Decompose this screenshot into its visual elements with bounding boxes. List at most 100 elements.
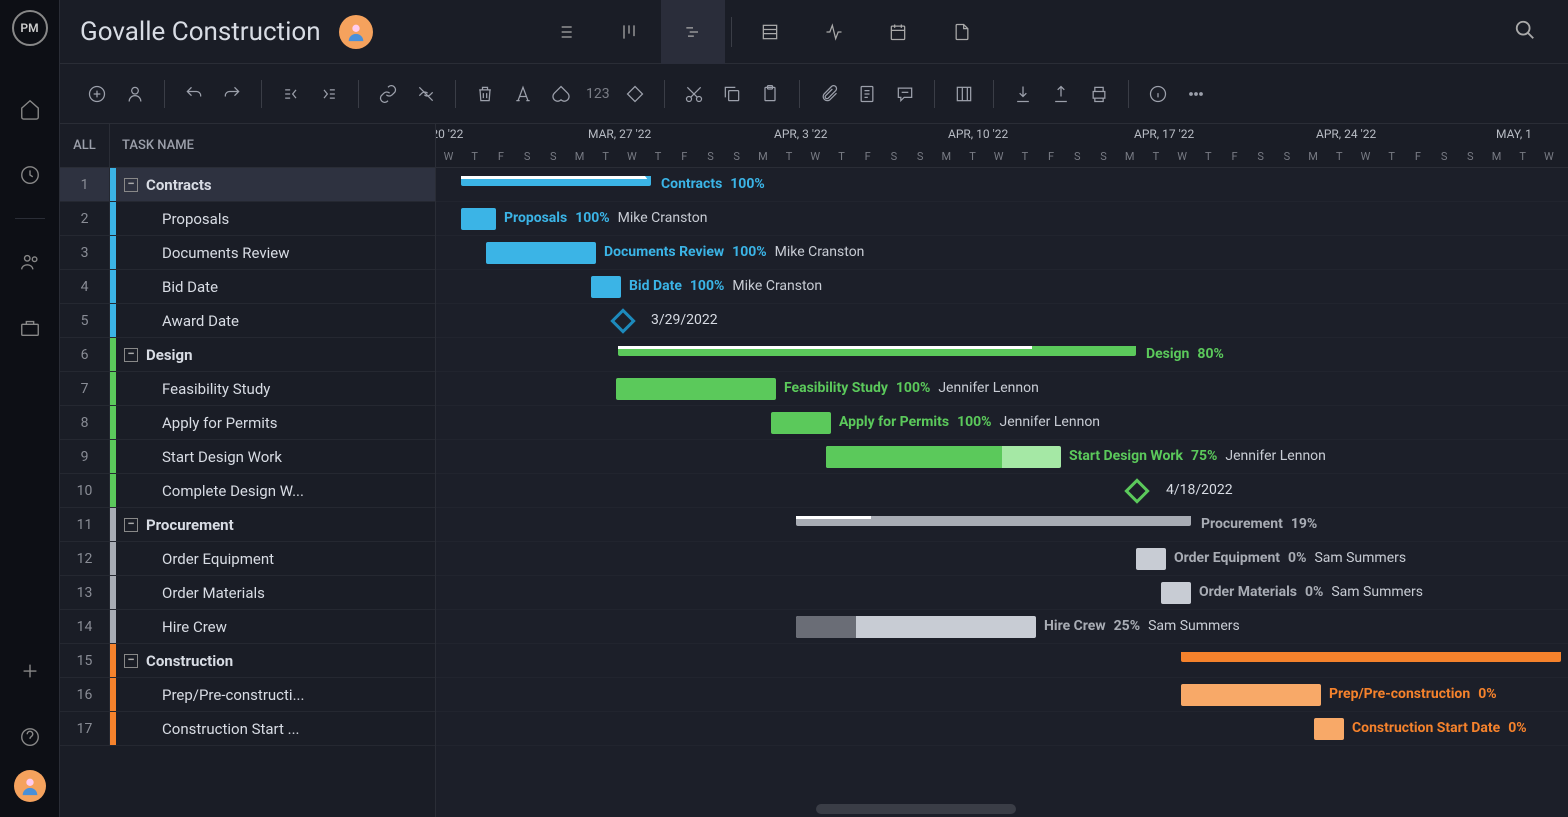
task-list: ALL TASK NAME 1 −Contracts2 Proposals3 D… — [60, 124, 436, 817]
collapse-icon[interactable]: − — [124, 654, 138, 668]
task-row[interactable]: 8 Apply for Permits — [60, 406, 435, 440]
timeline-day-label: W — [619, 150, 644, 163]
notes-icon[interactable] — [850, 77, 884, 111]
gantt-summary-bar[interactable] — [796, 516, 1191, 526]
task-row[interactable]: 14 Hire Crew — [60, 610, 435, 644]
gantt-milestone[interactable] — [610, 308, 635, 333]
gantt-task-bar[interactable] — [1181, 684, 1321, 706]
timeline-day-label: S — [1458, 150, 1483, 163]
assign-icon[interactable] — [118, 77, 152, 111]
milestone-icon[interactable] — [618, 77, 652, 111]
attach-icon[interactable] — [812, 77, 846, 111]
add-task-icon[interactable] — [80, 77, 114, 111]
board-view-icon[interactable] — [597, 0, 661, 64]
collapse-icon[interactable]: − — [124, 518, 138, 532]
print-icon[interactable] — [1082, 77, 1116, 111]
gantt-summary-bar[interactable] — [1181, 652, 1561, 662]
user-avatar[interactable] — [339, 15, 373, 49]
gantt-task-bar[interactable] — [826, 446, 1061, 468]
task-name: Bid Date — [116, 278, 435, 296]
gantt-milestone[interactable] — [1124, 478, 1149, 503]
search-icon[interactable] — [1514, 19, 1536, 45]
paste-icon[interactable] — [753, 77, 787, 111]
row-number: 11 — [60, 508, 110, 541]
color-icon[interactable] — [544, 77, 578, 111]
gantt-summary-bar[interactable] — [618, 346, 1136, 356]
column-header-all[interactable]: ALL — [60, 124, 110, 167]
task-row[interactable]: 1 −Contracts — [60, 168, 435, 202]
task-row[interactable]: 16 Prep/Pre-constructi... — [60, 678, 435, 712]
gantt-task-bar[interactable] — [1136, 548, 1166, 570]
task-row[interactable]: 2 Proposals — [60, 202, 435, 236]
gantt-task-bar[interactable] — [1314, 718, 1344, 740]
task-row[interactable]: 12 Order Equipment — [60, 542, 435, 576]
timeline-day-label: S — [541, 150, 566, 163]
task-row[interactable]: 6 −Design — [60, 338, 435, 372]
indent-icon[interactable] — [312, 77, 346, 111]
font-icon[interactable] — [506, 77, 540, 111]
info-icon[interactable] — [1141, 77, 1175, 111]
team-icon[interactable] — [19, 251, 41, 273]
task-row[interactable]: 10 Complete Design W... — [60, 474, 435, 508]
task-name: −Procurement — [116, 516, 435, 534]
horizontal-scrollbar[interactable] — [816, 804, 1016, 814]
home-icon[interactable] — [19, 98, 41, 120]
timeline-date-label: APR, 10 '22 — [948, 127, 1008, 141]
cut-icon[interactable] — [677, 77, 711, 111]
delete-icon[interactable] — [468, 77, 502, 111]
gantt-milestone-label: 3/29/2022 — [651, 312, 718, 328]
outdent-icon[interactable] — [274, 77, 308, 111]
timeline-day-label: M — [750, 150, 775, 163]
task-row[interactable]: 11 −Procurement — [60, 508, 435, 542]
gantt-row: Start Design Work75%Jennifer Lennon — [436, 440, 1568, 474]
task-row[interactable]: 5 Award Date — [60, 304, 435, 338]
add-icon[interactable] — [19, 660, 41, 682]
columns-icon[interactable] — [947, 77, 981, 111]
collapse-icon[interactable]: − — [124, 178, 138, 192]
unlink-icon[interactable] — [409, 77, 443, 111]
undo-icon[interactable] — [177, 77, 211, 111]
activity-view-icon[interactable] — [802, 0, 866, 64]
task-row[interactable]: 13 Order Materials — [60, 576, 435, 610]
task-name: Proposals — [116, 210, 435, 228]
gantt-task-bar[interactable] — [591, 276, 621, 298]
list-view-icon[interactable] — [533, 0, 597, 64]
gantt-view-icon[interactable] — [661, 0, 725, 64]
redo-icon[interactable] — [215, 77, 249, 111]
user-avatar-small[interactable] — [14, 770, 46, 802]
timeline-day-label: M — [567, 150, 592, 163]
import-icon[interactable] — [1006, 77, 1040, 111]
gantt-row: Construction Start Date0% — [436, 712, 1568, 746]
gantt-task-bar[interactable] — [461, 208, 496, 230]
collapse-icon[interactable]: − — [124, 348, 138, 362]
file-view-icon[interactable] — [930, 0, 994, 64]
task-row[interactable]: 17 Construction Start ... — [60, 712, 435, 746]
gantt-chart[interactable]: , 20 '22MAR, 27 '22APR, 3 '22APR, 10 '22… — [436, 124, 1568, 817]
calendar-view-icon[interactable] — [866, 0, 930, 64]
briefcase-icon[interactable] — [19, 317, 41, 339]
gantt-task-bar[interactable] — [796, 616, 1036, 638]
more-icon[interactable] — [1179, 77, 1213, 111]
recent-icon[interactable] — [19, 164, 41, 186]
gantt-task-bar[interactable] — [771, 412, 831, 434]
logo[interactable]: PM — [12, 10, 48, 46]
link-icon[interactable] — [371, 77, 405, 111]
gantt-row: 4/18/2022 — [436, 474, 1568, 508]
task-name: Documents Review — [116, 244, 435, 262]
copy-icon[interactable] — [715, 77, 749, 111]
task-row[interactable]: 7 Feasibility Study — [60, 372, 435, 406]
gantt-summary-bar[interactable] — [461, 176, 651, 186]
gantt-task-bar[interactable] — [486, 242, 596, 264]
sheet-view-icon[interactable] — [738, 0, 802, 64]
gantt-task-bar[interactable] — [1161, 582, 1191, 604]
task-row[interactable]: 4 Bid Date — [60, 270, 435, 304]
timeline-day-label: T — [1012, 150, 1037, 163]
task-row[interactable]: 15 −Construction — [60, 644, 435, 678]
gantt-task-bar[interactable] — [616, 378, 776, 400]
comment-icon[interactable] — [888, 77, 922, 111]
column-header-name[interactable]: TASK NAME — [110, 138, 194, 153]
help-icon[interactable] — [19, 726, 41, 748]
export-icon[interactable] — [1044, 77, 1078, 111]
task-row[interactable]: 3 Documents Review — [60, 236, 435, 270]
task-row[interactable]: 9 Start Design Work — [60, 440, 435, 474]
